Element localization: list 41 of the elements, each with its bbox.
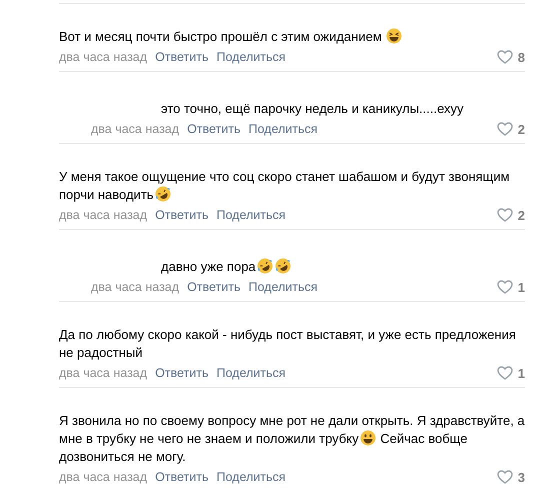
comment-time: два часа назад	[91, 122, 180, 136]
comment-text: это точно, ещё парочку недель и каникулы.....ехуу	[161, 100, 465, 118]
comment-time: два часа назад	[59, 366, 148, 380]
heart-icon[interactable]	[496, 208, 513, 222]
like-count: 8	[518, 50, 525, 64]
like-count: 2	[518, 122, 525, 136]
share-link[interactable]: Поделиться	[216, 366, 286, 380]
heart-icon[interactable]	[496, 122, 513, 136]
like-count: 3	[518, 470, 525, 484]
reply-link[interactable]: Ответить	[155, 208, 208, 222]
comment-time: два часа назад	[91, 280, 180, 294]
share-link[interactable]: Поделиться	[248, 280, 318, 294]
like-count: 2	[518, 208, 525, 222]
comment-text: Вот и месяц почти быстро прошёл с этим ожиданием	[59, 28, 525, 46]
like-count: 1	[518, 280, 525, 294]
comment-text: У меня такое ощущение что соц скоро станет шабашом и будут звонящим порчи наводить	[59, 168, 511, 204]
comment-time: два часа назад	[59, 50, 148, 64]
laughing-tears-face-icon	[274, 258, 291, 274]
reply-link[interactable]: Ответить	[155, 366, 208, 380]
heart-icon[interactable]	[496, 50, 513, 64]
reply-link[interactable]: Ответить	[155, 50, 208, 64]
share-link[interactable]: Поделиться	[216, 470, 286, 484]
heart-icon[interactable]	[496, 470, 513, 484]
laughing-tears-face-icon	[256, 258, 273, 274]
comment-time: два часа назад	[59, 470, 148, 484]
grinning-face-icon	[360, 430, 376, 446]
reply-link[interactable]: Ответить	[187, 280, 240, 294]
comment-time: два часа назад	[59, 208, 148, 222]
like-count: 1	[518, 366, 525, 380]
laughing-tears-face-icon	[154, 186, 171, 202]
comment-text: давно уже пора	[161, 258, 525, 276]
reply-link[interactable]: Ответить	[155, 470, 208, 484]
share-link[interactable]: Поделиться	[248, 122, 318, 136]
share-link[interactable]: Поделиться	[216, 50, 286, 64]
share-link[interactable]: Поделиться	[216, 208, 286, 222]
comment-text: Я звонила но по своему вопросу мне рот не дали открыть. Я здравствуйте, а мне в трубку не чего не знаем и положили трубку Сейчас вобще дозвониться не могу.	[59, 412, 525, 466]
heart-icon[interactable]	[496, 366, 513, 380]
laughing-face-icon	[386, 28, 402, 44]
reply-link[interactable]: Ответить	[187, 122, 240, 136]
comment-text: Да по любому скоро какой - нибудь пост выставят, и уже есть предложения не радостный	[59, 326, 517, 362]
heart-icon[interactable]	[496, 280, 513, 294]
